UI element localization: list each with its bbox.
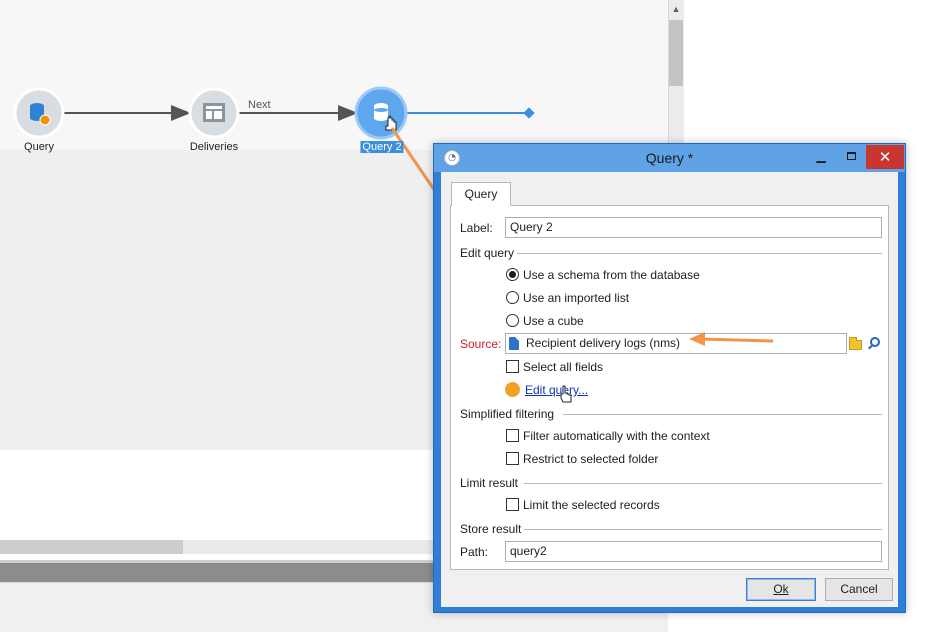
radio-cube[interactable]: [506, 314, 519, 327]
vertical-scrollbar-thumb[interactable]: [669, 20, 683, 86]
filter-context-checkbox[interactable]: [506, 429, 519, 442]
cancel-button[interactable]: Cancel: [825, 578, 893, 601]
section-divider: [524, 483, 882, 484]
schema-document-icon: [509, 337, 519, 350]
query-tab-panel: Label: Query 2 Edit query Use a schema f…: [450, 205, 889, 570]
section-divider: [524, 529, 882, 530]
source-value: Recipient delivery logs (nms): [526, 336, 681, 350]
path-input[interactable]: query2: [505, 541, 882, 562]
source-field[interactable]: Recipient delivery logs (nms): [505, 333, 847, 354]
horizontal-scrollbar-thumb[interactable]: [0, 540, 183, 554]
select-all-fields-label[interactable]: Select all fields: [523, 360, 603, 374]
query-dialog: Query * ◔ ▁ ✕ Query Label: Query 2 Edit …: [433, 143, 906, 613]
select-all-fields-checkbox[interactable]: [506, 360, 519, 373]
ok-button-label: Ok: [773, 582, 789, 596]
limit-records-checkbox[interactable]: [506, 498, 519, 511]
edit-query-link[interactable]: Edit query...: [525, 383, 588, 397]
dialog-body: Query Label: Query 2 Edit query Use a sc…: [441, 172, 898, 607]
edit-query-status-icon: [505, 382, 520, 397]
tab-query[interactable]: Query: [451, 182, 511, 206]
workflow-canvas-upper: [0, 0, 668, 150]
radio-imported-list[interactable]: [506, 291, 519, 304]
section-simplified-filtering: Simplified filtering: [460, 407, 555, 421]
label-input[interactable]: Query 2: [505, 217, 882, 238]
label-caption: Label:: [460, 221, 493, 235]
transition-label-next: Next: [248, 99, 271, 111]
section-edit-query: Edit query: [460, 246, 515, 260]
restrict-folder-label[interactable]: Restrict to selected folder: [523, 452, 658, 466]
section-divider: [517, 253, 882, 254]
folder-icon[interactable]: [849, 337, 862, 350]
radio-imported-list-label[interactable]: Use an imported list: [523, 291, 629, 305]
annotation-arrow-to-source: [689, 332, 774, 346]
maximize-button[interactable]: [836, 145, 866, 169]
close-button[interactable]: ✕: [866, 145, 904, 169]
maximize-icon: [846, 152, 856, 160]
minimize-button[interactable]: ▁: [806, 145, 836, 169]
search-icon[interactable]: [870, 337, 880, 347]
section-store-result: Store result: [460, 522, 522, 536]
node-label-query: Query: [24, 141, 54, 153]
section-divider: [563, 414, 882, 415]
restrict-folder-checkbox[interactable]: [506, 452, 519, 465]
scroll-up-arrow-icon[interactable]: ▲: [668, 2, 684, 16]
radio-cube-label[interactable]: Use a cube: [523, 314, 584, 328]
ok-button[interactable]: Ok: [746, 578, 816, 601]
hand-cursor-icon: [560, 385, 572, 403]
source-caption: Source:: [460, 337, 502, 351]
dialog-titlebar[interactable]: Query * ◔ ▁ ✕: [434, 144, 905, 172]
app-logo-icon: ◔: [444, 150, 460, 166]
radio-schema-database[interactable]: [506, 268, 519, 281]
node-label-query-2: Query 2: [360, 141, 404, 153]
node-label-deliveries: Deliveries: [189, 141, 239, 153]
close-icon: ✕: [878, 148, 892, 166]
radio-schema-database-label[interactable]: Use a schema from the database: [523, 268, 700, 282]
filter-context-label[interactable]: Filter automatically with the context: [523, 429, 710, 443]
path-caption: Path:: [460, 545, 489, 559]
section-limit-result: Limit result: [460, 476, 519, 490]
limit-records-label[interactable]: Limit the selected records: [523, 498, 660, 512]
